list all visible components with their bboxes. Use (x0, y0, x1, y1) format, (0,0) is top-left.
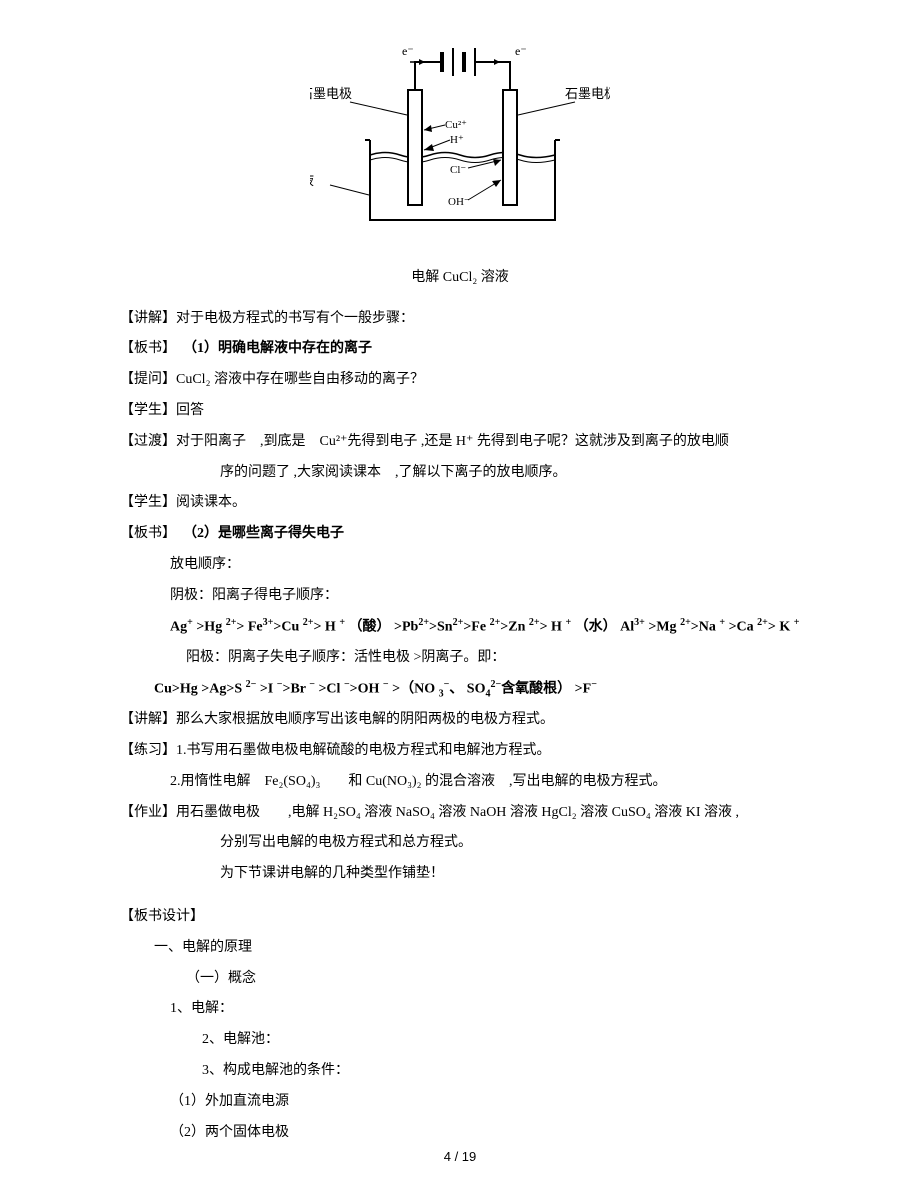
text-line: 阳极：阴离子失电子顺序：活性电极 >阴离子。即： (120, 643, 800, 674)
text-line: 【提问】CuCl₂ 溶液中存在哪些自由移动的离子？ (120, 365, 800, 396)
text-line: 【讲解】那么大家根据放电顺序写出该电解的阴阳两极的电极方程式。 (120, 705, 800, 736)
svg-text:Cl⁻: Cl⁻ (450, 164, 466, 176)
text-line: 【板书】 （1）明确电解液中存在的离子 (120, 334, 800, 365)
svg-text:OH⁻: OH⁻ (448, 196, 470, 208)
text-line: 分别写出电解的电极方程式和总方程式。 (120, 828, 800, 859)
text-line: （一）概念 (120, 964, 800, 995)
svg-text:溶液: 溶液 (310, 173, 314, 188)
svg-text:e⁻: e⁻ (515, 44, 527, 58)
page-number: 4 / 19 (0, 1143, 920, 1172)
text-line: （1）外加直流电源 (120, 1087, 800, 1118)
text-line: 【学生】回答 (120, 396, 800, 427)
diagram: e⁻ e⁻ Cu²⁺ H⁺ Cl⁻ OH⁻ 石墨电极 石墨电极 (120, 40, 800, 253)
cation-order: Ag+ >Hg 2+> Fe3+>Cu 2+> H + （酸） >Pb2+>Sn… (120, 612, 800, 643)
text-line: 【练习】1.书写用石墨做电极电解硫酸的电极方程式和电解池方程式。 (120, 736, 800, 767)
text-line: 3、构成电解池的条件： (120, 1056, 800, 1087)
left-electrode-label: 石墨电极 (310, 86, 352, 101)
text-line: 序的问题了 ,大家阅读课本 ,了解以下离子的放电顺序。 (120, 458, 800, 489)
svg-text:Cu²⁺: Cu²⁺ (445, 119, 467, 131)
text-line: 1、电解： (120, 994, 800, 1025)
text-line: 为下节课讲电解的几种类型作铺垫！ (120, 859, 800, 890)
svg-text:H⁺: H⁺ (450, 134, 464, 146)
text-line: 2.用惰性电解 Fe₂(SO₄)₃ 和 Cu(NO₃)₂ 的混合溶液 ,写出电解… (120, 767, 800, 798)
text-line: 【板书】 （2）是哪些离子得失电子 (120, 519, 800, 550)
text-line: 【板书设计】 (120, 902, 800, 933)
svg-text:e⁻: e⁻ (402, 44, 414, 58)
text-line: 阴极：阳离子得电子顺序： (120, 581, 800, 612)
text-line: 【学生】阅读课本。 (120, 488, 800, 519)
text-line: 【过渡】对于阳离子 ,到底是 Cu²⁺先得到电子 ,还是 H⁺ 先得到电子呢？这… (120, 427, 800, 458)
right-electrode-label: 石墨电极 (565, 86, 610, 101)
text-line: 【讲解】对于电极方程式的书写有个一般步骤： (120, 304, 800, 335)
text-line: 一、电解的原理 (120, 933, 800, 964)
text-line: 【作业】用石墨做电极 ,电解 H₂SO₄ 溶液 NaSO₄ 溶液 NaOH 溶液… (120, 798, 800, 829)
text-line: 放电顺序： (120, 550, 800, 581)
text-line: 2、电解池： (120, 1025, 800, 1056)
anion-order: Cu>Hg >Ag>S 2− >I −>Br − >Cl −>OH − >（NO… (120, 674, 800, 705)
diagram-caption: 电解 CuCl₂ 溶液 (300, 263, 620, 294)
